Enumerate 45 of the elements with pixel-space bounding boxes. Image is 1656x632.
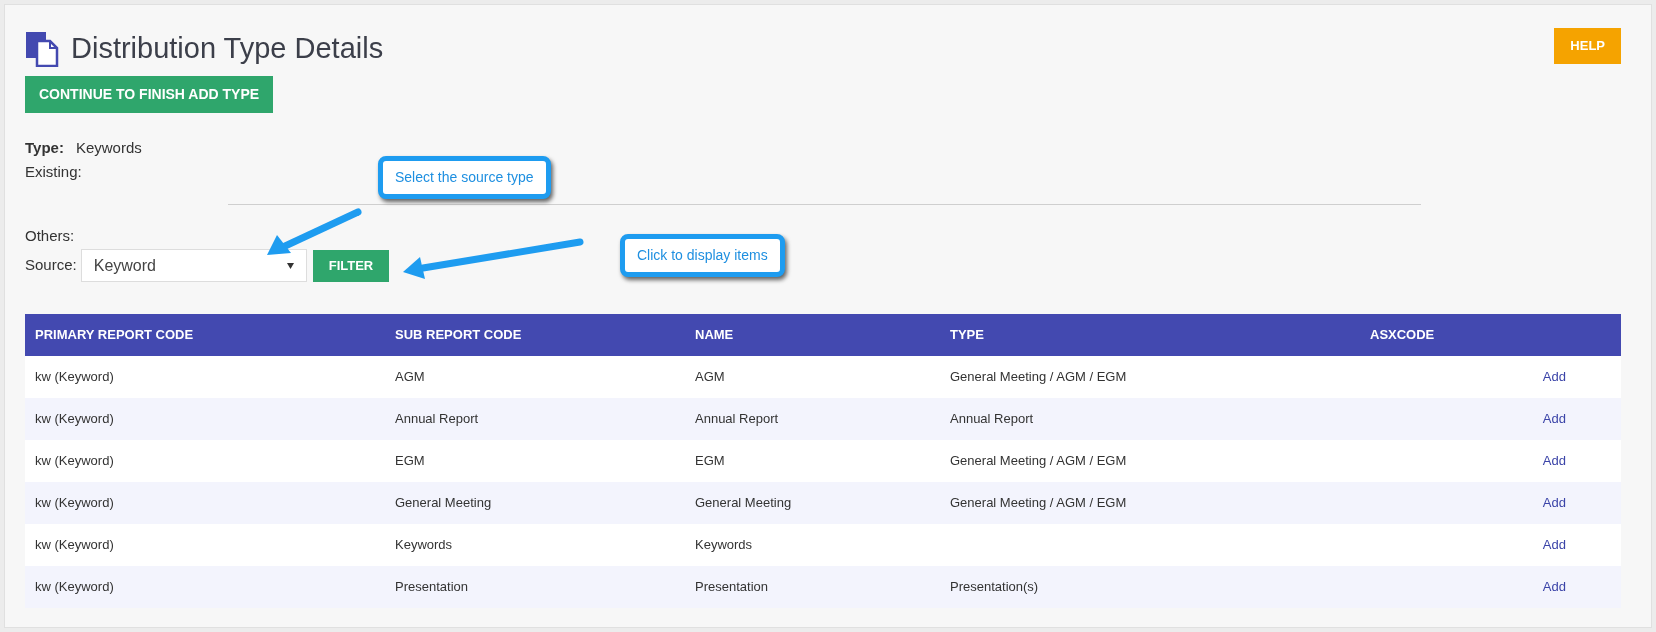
- table-cell-text: Presentation: [395, 578, 469, 597]
- page-title: Distribution Type Details: [71, 31, 384, 66]
- table-cell-text: kw (Keyword): [35, 452, 115, 471]
- table-cell-text: General Meeting / AGM / EGM: [950, 494, 1128, 513]
- type-value: Keywords: [75, 137, 142, 158]
- callout: Select the source type: [378, 156, 551, 199]
- add-link[interactable]: Add: [1542, 451, 1566, 471]
- type-label: Type:: [25, 137, 64, 158]
- table-cell-text: General Meeting / AGM / EGM: [950, 368, 1128, 387]
- add-link[interactable]: Add: [1542, 493, 1566, 513]
- column-header: NAME: [695, 326, 735, 345]
- source-label: Source:: [25, 255, 77, 276]
- column-header: SUB REPORT CODE: [395, 326, 523, 345]
- table-cell-text: kw (Keyword): [35, 368, 115, 387]
- column-header: PRIMARY REPORT CODE: [35, 326, 195, 345]
- table-cell-text: EGM: [695, 452, 726, 471]
- table-cell-text: AGM: [695, 368, 726, 387]
- add-link[interactable]: Add: [1542, 409, 1566, 429]
- table-cell-text: kw (Keyword): [35, 578, 115, 597]
- caret-icon: [286, 262, 294, 269]
- others-label: Others:: [25, 225, 76, 246]
- table-cell-text: kw (Keyword): [35, 536, 115, 555]
- table-cell-text: Annual Report: [395, 410, 480, 429]
- table-cell-text: AGM: [395, 368, 426, 387]
- table-cell-text: Annual Report: [695, 410, 780, 429]
- add-link[interactable]: Add: [1542, 577, 1566, 597]
- table-cell-text: General Meeting: [395, 494, 493, 513]
- callout: Click to display items: [620, 234, 785, 277]
- table-cell-text: Presentation: [695, 578, 769, 597]
- source-select[interactable]: Keyword: [80, 249, 307, 282]
- table-cell-text: kw (Keyword): [35, 410, 115, 429]
- table-cell-text: Annual Report: [950, 410, 1035, 429]
- column-header: ASXCODE: [1370, 326, 1436, 345]
- table-cell-text: General Meeting / AGM / EGM: [950, 452, 1128, 471]
- existing-label: Existing:: [25, 162, 82, 182]
- document-icon: [25, 30, 59, 67]
- table-cell-text: EGM: [395, 452, 426, 471]
- table-cell-text: Presentation(s): [950, 578, 1040, 597]
- add-link[interactable]: Add: [1542, 367, 1566, 387]
- table-cell-text: kw (Keyword): [35, 494, 115, 513]
- column-header: TYPE: [950, 326, 985, 345]
- table-cell-text: Keywords: [395, 536, 454, 555]
- table-cell-text: General Meeting: [695, 494, 793, 513]
- table-cell-text: Keywords: [695, 536, 754, 555]
- add-link[interactable]: Add: [1542, 535, 1566, 555]
